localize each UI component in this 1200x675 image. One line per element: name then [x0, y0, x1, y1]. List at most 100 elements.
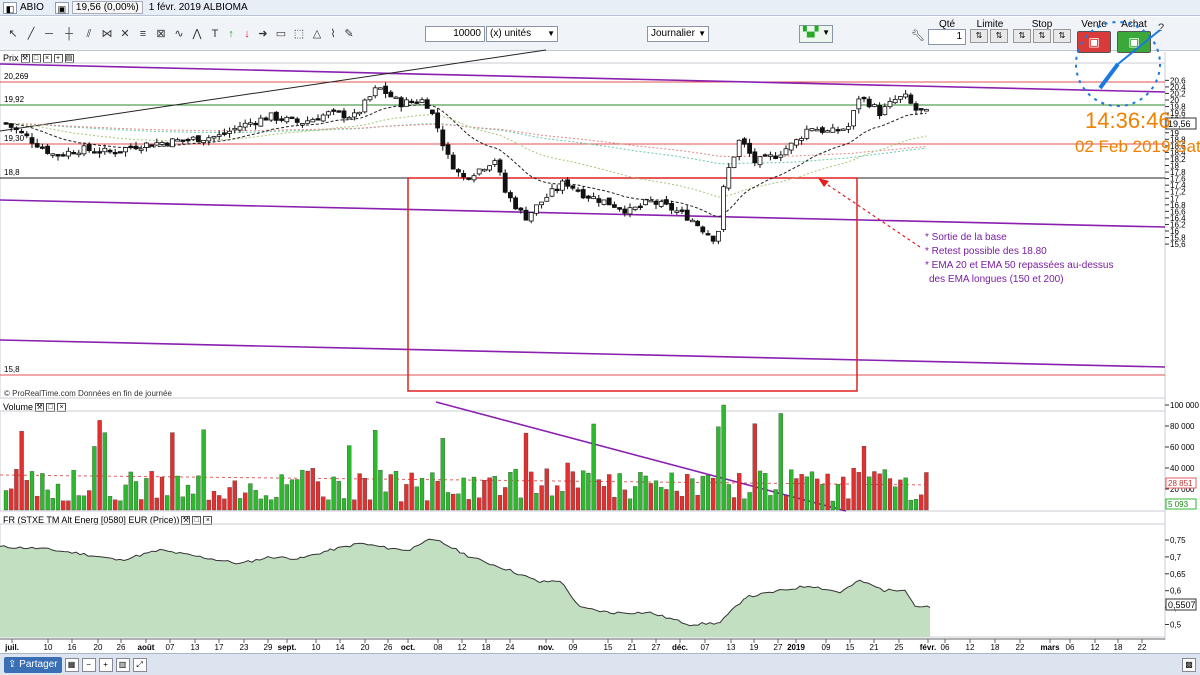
volume-bar [362, 478, 367, 511]
volume-bar [217, 495, 222, 511]
volume-bar [555, 485, 560, 511]
fit-icon[interactable]: ⤢ [132, 657, 147, 672]
volume-bar [76, 495, 81, 511]
volume-bar [513, 468, 518, 511]
annotation-line: * Retest possible des 18.80 [925, 246, 1047, 257]
candle-body [518, 207, 524, 211]
volume-bar [913, 499, 919, 511]
candle-body [669, 203, 674, 211]
candle-body [768, 154, 773, 157]
zoom-in-icon[interactable]: + [98, 657, 113, 672]
zoom-out-icon[interactable]: − [81, 657, 96, 672]
annotation-line: * Sortie de la base [925, 232, 1007, 243]
candle-body [403, 99, 409, 107]
volume-bar [518, 497, 523, 511]
indicator-icon[interactable]: ▦ [64, 657, 79, 672]
x-tick-label: 22 [1138, 643, 1147, 652]
candle-body [34, 143, 40, 148]
volume-bar [477, 497, 482, 511]
volume-bar [107, 496, 113, 511]
candle-body [81, 145, 87, 155]
candle-body [435, 112, 441, 129]
candle-body [154, 142, 160, 146]
x-tick-label: 17 [215, 643, 224, 652]
x-tick-label: 08 [434, 643, 443, 652]
volume-bar [809, 471, 815, 511]
volume-bar [409, 472, 414, 511]
volume-bar [601, 486, 607, 511]
date-x-axis: juil. 10 16 20 26 août 07 13 17 23 29 sept. 10 14 20 26… [0, 638, 1165, 652]
candle-body [247, 122, 253, 125]
volume-bar [128, 471, 133, 511]
x-tick-label: 18 [991, 643, 1000, 652]
candle-body [455, 169, 461, 173]
volume-bar [289, 479, 295, 511]
volume-bar [274, 497, 279, 511]
volume-bar [820, 484, 825, 511]
volume-bar [664, 489, 669, 511]
volume-bar [185, 484, 191, 511]
volume-bar [586, 472, 591, 511]
volume-bar [773, 489, 778, 511]
candle-body [809, 128, 815, 132]
candle-body [804, 128, 810, 139]
volume-bar [243, 492, 248, 511]
candle-body [918, 108, 924, 111]
candle-body [778, 154, 784, 158]
volume-bar [367, 499, 373, 511]
candle-body [123, 147, 128, 153]
fr-tick-label: 0,6 [1170, 587, 1182, 596]
x-tick-label: 13 [191, 643, 200, 652]
volume-bar [425, 500, 430, 511]
volume-bar [783, 495, 789, 511]
candle-body [622, 208, 628, 214]
volume-bar [456, 493, 461, 511]
share-button[interactable]: ⇪ Partager [4, 656, 62, 673]
candle-body [507, 192, 513, 199]
candle-body [679, 209, 685, 212]
candle-body [872, 104, 877, 107]
candle-body [627, 207, 633, 215]
volume-bar [778, 413, 783, 511]
volume-bar [305, 470, 310, 511]
chart-type-icon[interactable]: ▥ [115, 657, 130, 672]
candle-body [55, 154, 61, 157]
resistance-trendline [0, 63, 1166, 93]
candle-body [913, 103, 919, 111]
volume-bar [560, 491, 565, 511]
volume-bar [445, 492, 451, 511]
volume-bar [539, 485, 544, 511]
volume-bar [612, 497, 617, 511]
volume-tick-label: 80 000 [1170, 422, 1195, 431]
volume-bar [3, 490, 9, 511]
candle-body [206, 137, 212, 142]
volume-bar [523, 432, 529, 511]
candle-body [846, 126, 851, 130]
candle-body [13, 127, 19, 131]
chart-area[interactable]: 20,269 19,92 19,30 18,8 15,8 * Sortie de la … [0, 0, 1200, 675]
volume-bar [196, 475, 201, 511]
volume-bar [19, 431, 24, 511]
candle-body [664, 199, 669, 205]
status-bar: ⇪ Partager ▦ − + ▥ ⤢ ▩ [0, 653, 1200, 675]
volume-bar [768, 495, 773, 511]
volume-bar [388, 474, 393, 511]
volume-bar [726, 484, 731, 511]
candle-body [138, 148, 144, 151]
candle-body [632, 206, 638, 210]
candle-body [788, 142, 794, 151]
volume-bar [737, 473, 742, 511]
candle-body [648, 199, 654, 203]
x-tick-label: 13 [727, 643, 736, 652]
volume-bar [487, 477, 492, 511]
volume-bar [175, 475, 180, 511]
grid-icon[interactable]: ▩ [1182, 657, 1196, 672]
volume-bar [700, 476, 705, 511]
volume-bar [253, 490, 258, 511]
candle-body [86, 144, 92, 152]
x-tick-label: 14 [336, 643, 345, 652]
candle-body [898, 96, 903, 100]
candle-body [279, 118, 285, 121]
candle-body [445, 144, 451, 155]
volume-bar [835, 484, 841, 511]
